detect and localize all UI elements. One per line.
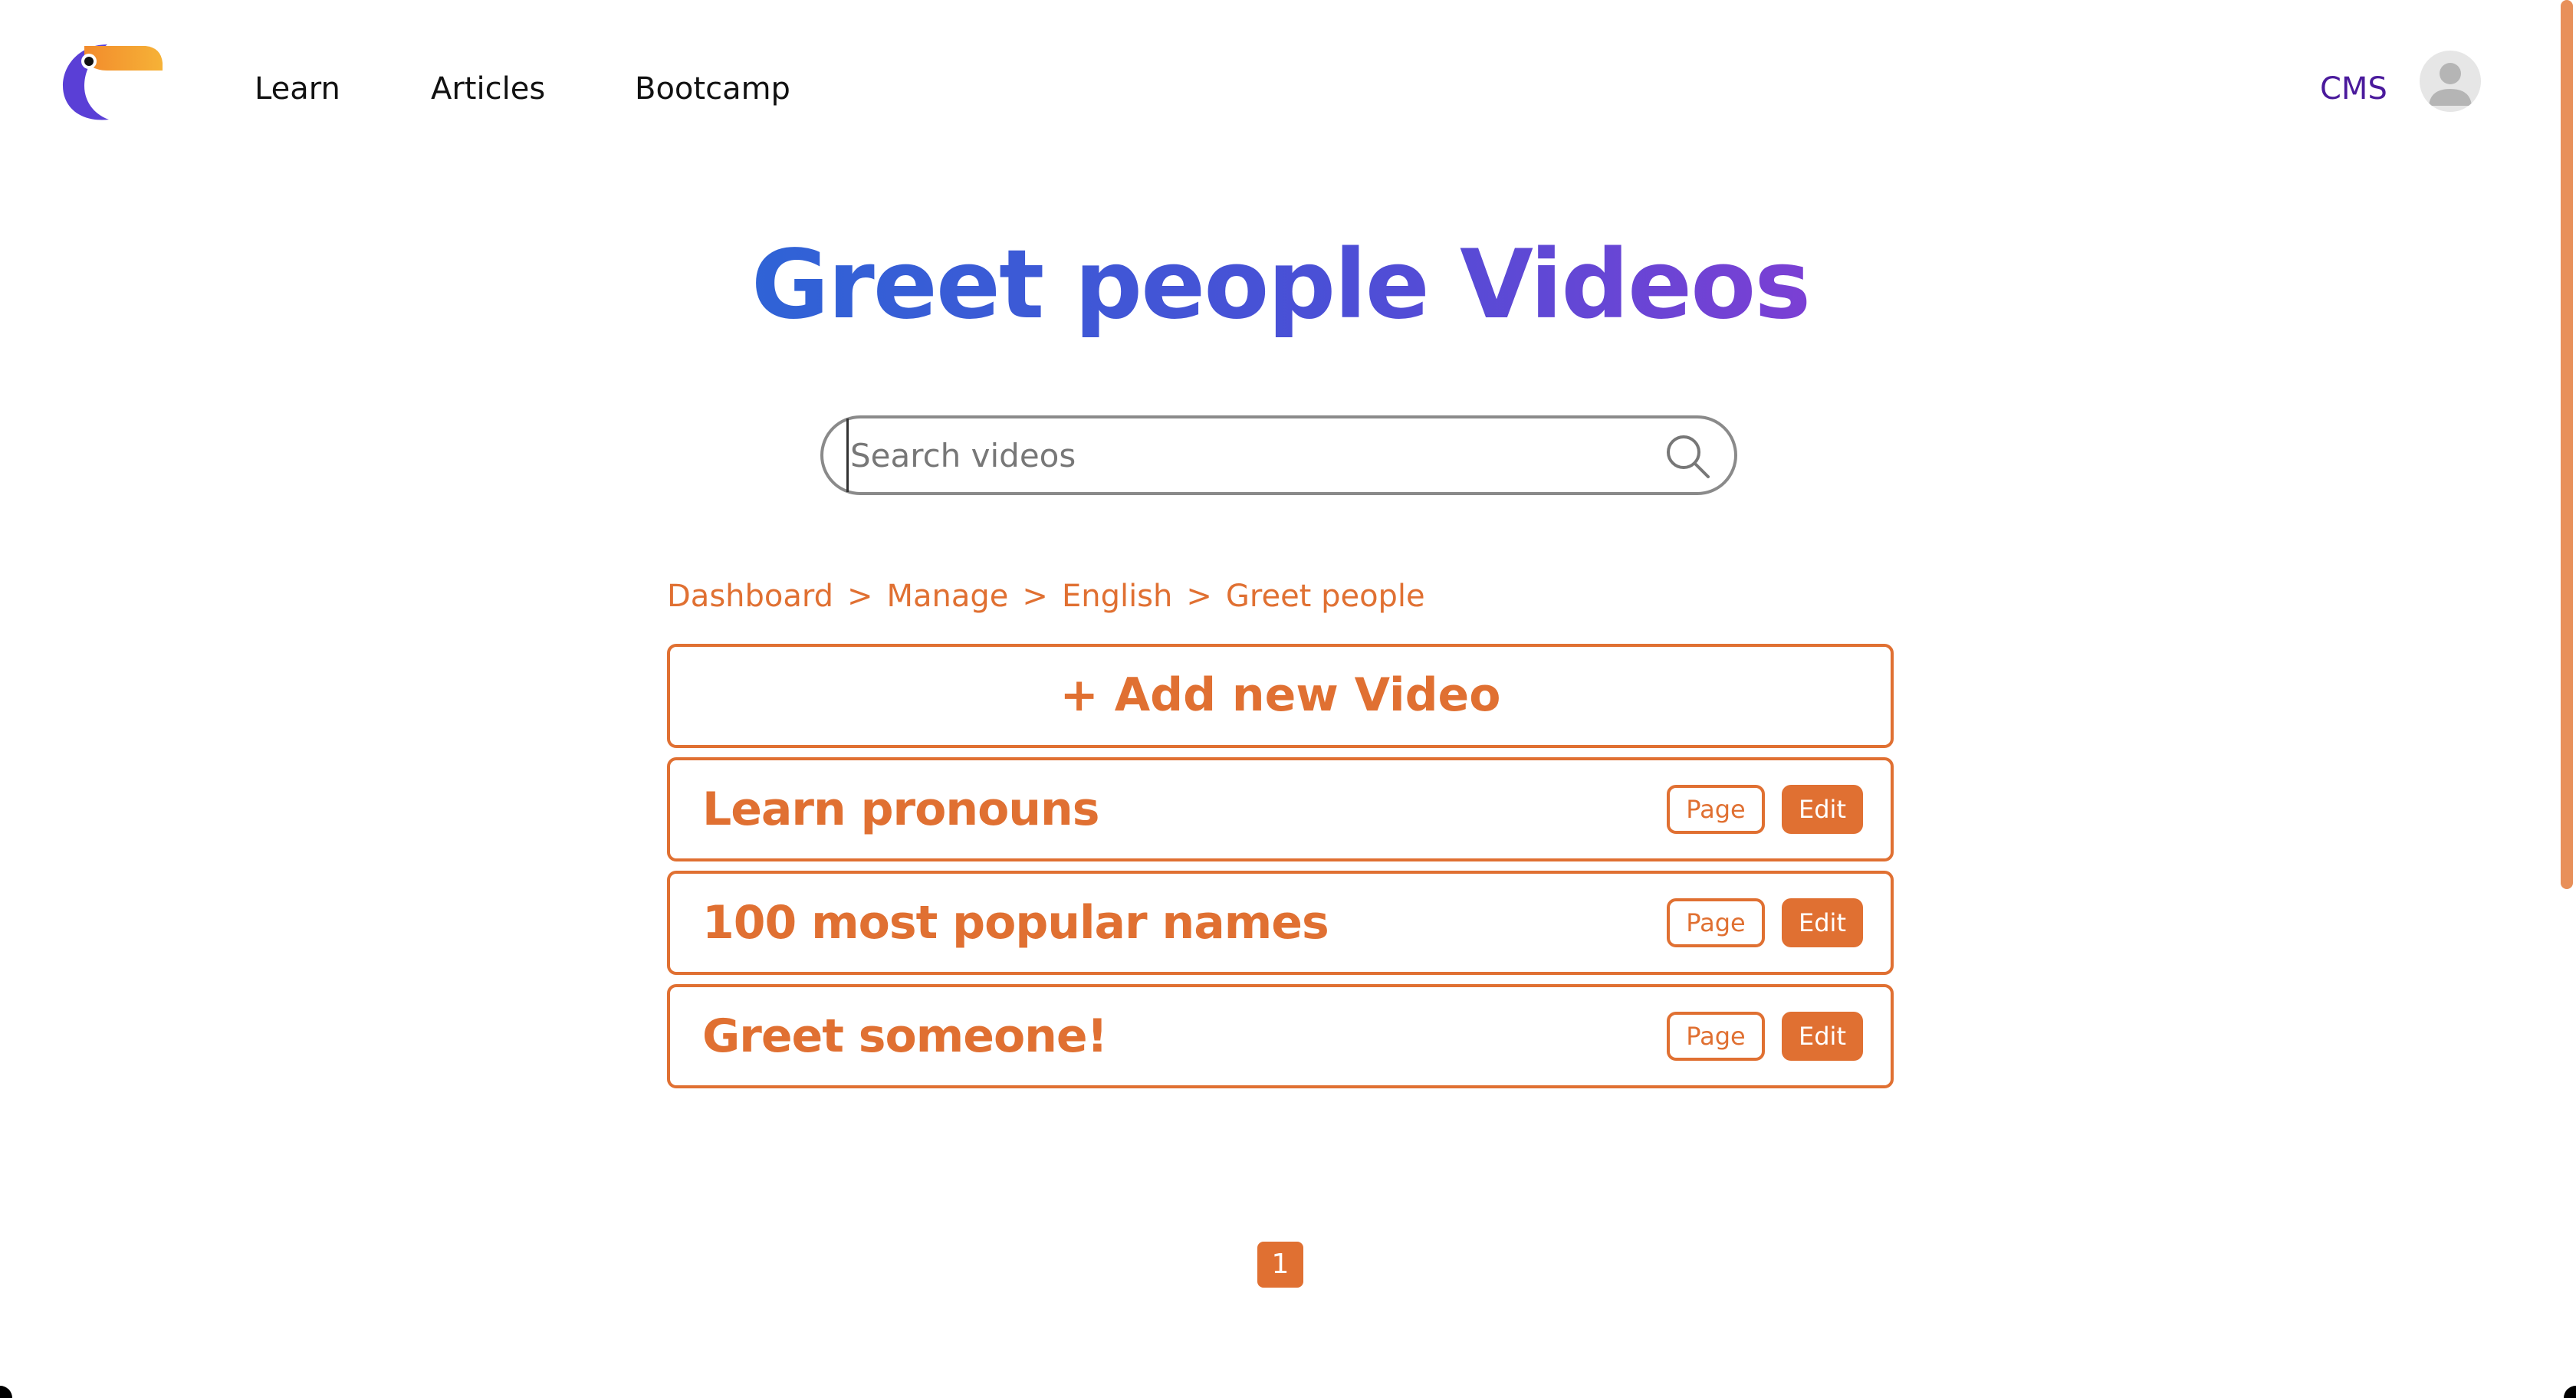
scrollbar-thumb[interactable] [2561,0,2573,889]
video-title: Learn pronouns [702,783,1099,836]
page-button[interactable]: Page [1667,898,1765,947]
page-button[interactable]: Page [1667,1012,1765,1061]
edit-button[interactable]: Edit [1782,785,1863,834]
window-corner [0,1386,12,1398]
video-title: 100 most popular names [702,896,1329,950]
breadcrumb-english[interactable]: English [1062,579,1172,614]
breadcrumb-separator: > [847,579,873,614]
pagination-page-1[interactable]: 1 [1257,1242,1303,1288]
list-item: Greet someone! Page Edit [667,984,1894,1088]
nav-bootcamp[interactable]: Bootcamp [635,64,790,113]
page-title: Greet people Videos [0,224,2561,346]
nav-articles[interactable]: Articles [431,64,545,113]
edit-button[interactable]: Edit [1782,1012,1863,1061]
breadcrumb-dashboard[interactable]: Dashboard [667,579,833,614]
video-title: Greet someone! [702,1009,1108,1063]
list-item: 100 most popular names Page Edit [667,871,1894,975]
add-new-video-button[interactable]: + Add new Video [667,644,1894,748]
user-avatar-icon[interactable] [2420,51,2481,112]
edit-button[interactable]: Edit [1782,898,1863,947]
search-input[interactable] [846,418,1644,492]
search-icon[interactable] [1664,432,1711,480]
breadcrumb-separator: > [1186,579,1212,614]
toucan-logo-icon[interactable] [61,43,166,123]
page: Learn Articles Bootcamp CMS Greet people… [0,0,2576,1398]
nav-learn[interactable]: Learn [255,64,340,113]
search-box [820,415,1737,495]
cms-link[interactable]: CMS [2320,64,2387,113]
breadcrumb-greet-people[interactable]: Greet people [1226,579,1425,614]
breadcrumb: Dashboard > Manage > English > Greet people [667,572,1425,621]
page-button[interactable]: Page [1667,785,1765,834]
page-title-text: Greet people Videos [751,230,1811,340]
breadcrumb-separator: > [1022,579,1048,614]
breadcrumb-manage[interactable]: Manage [887,579,1009,614]
list-item: Learn pronouns Page Edit [667,757,1894,861]
